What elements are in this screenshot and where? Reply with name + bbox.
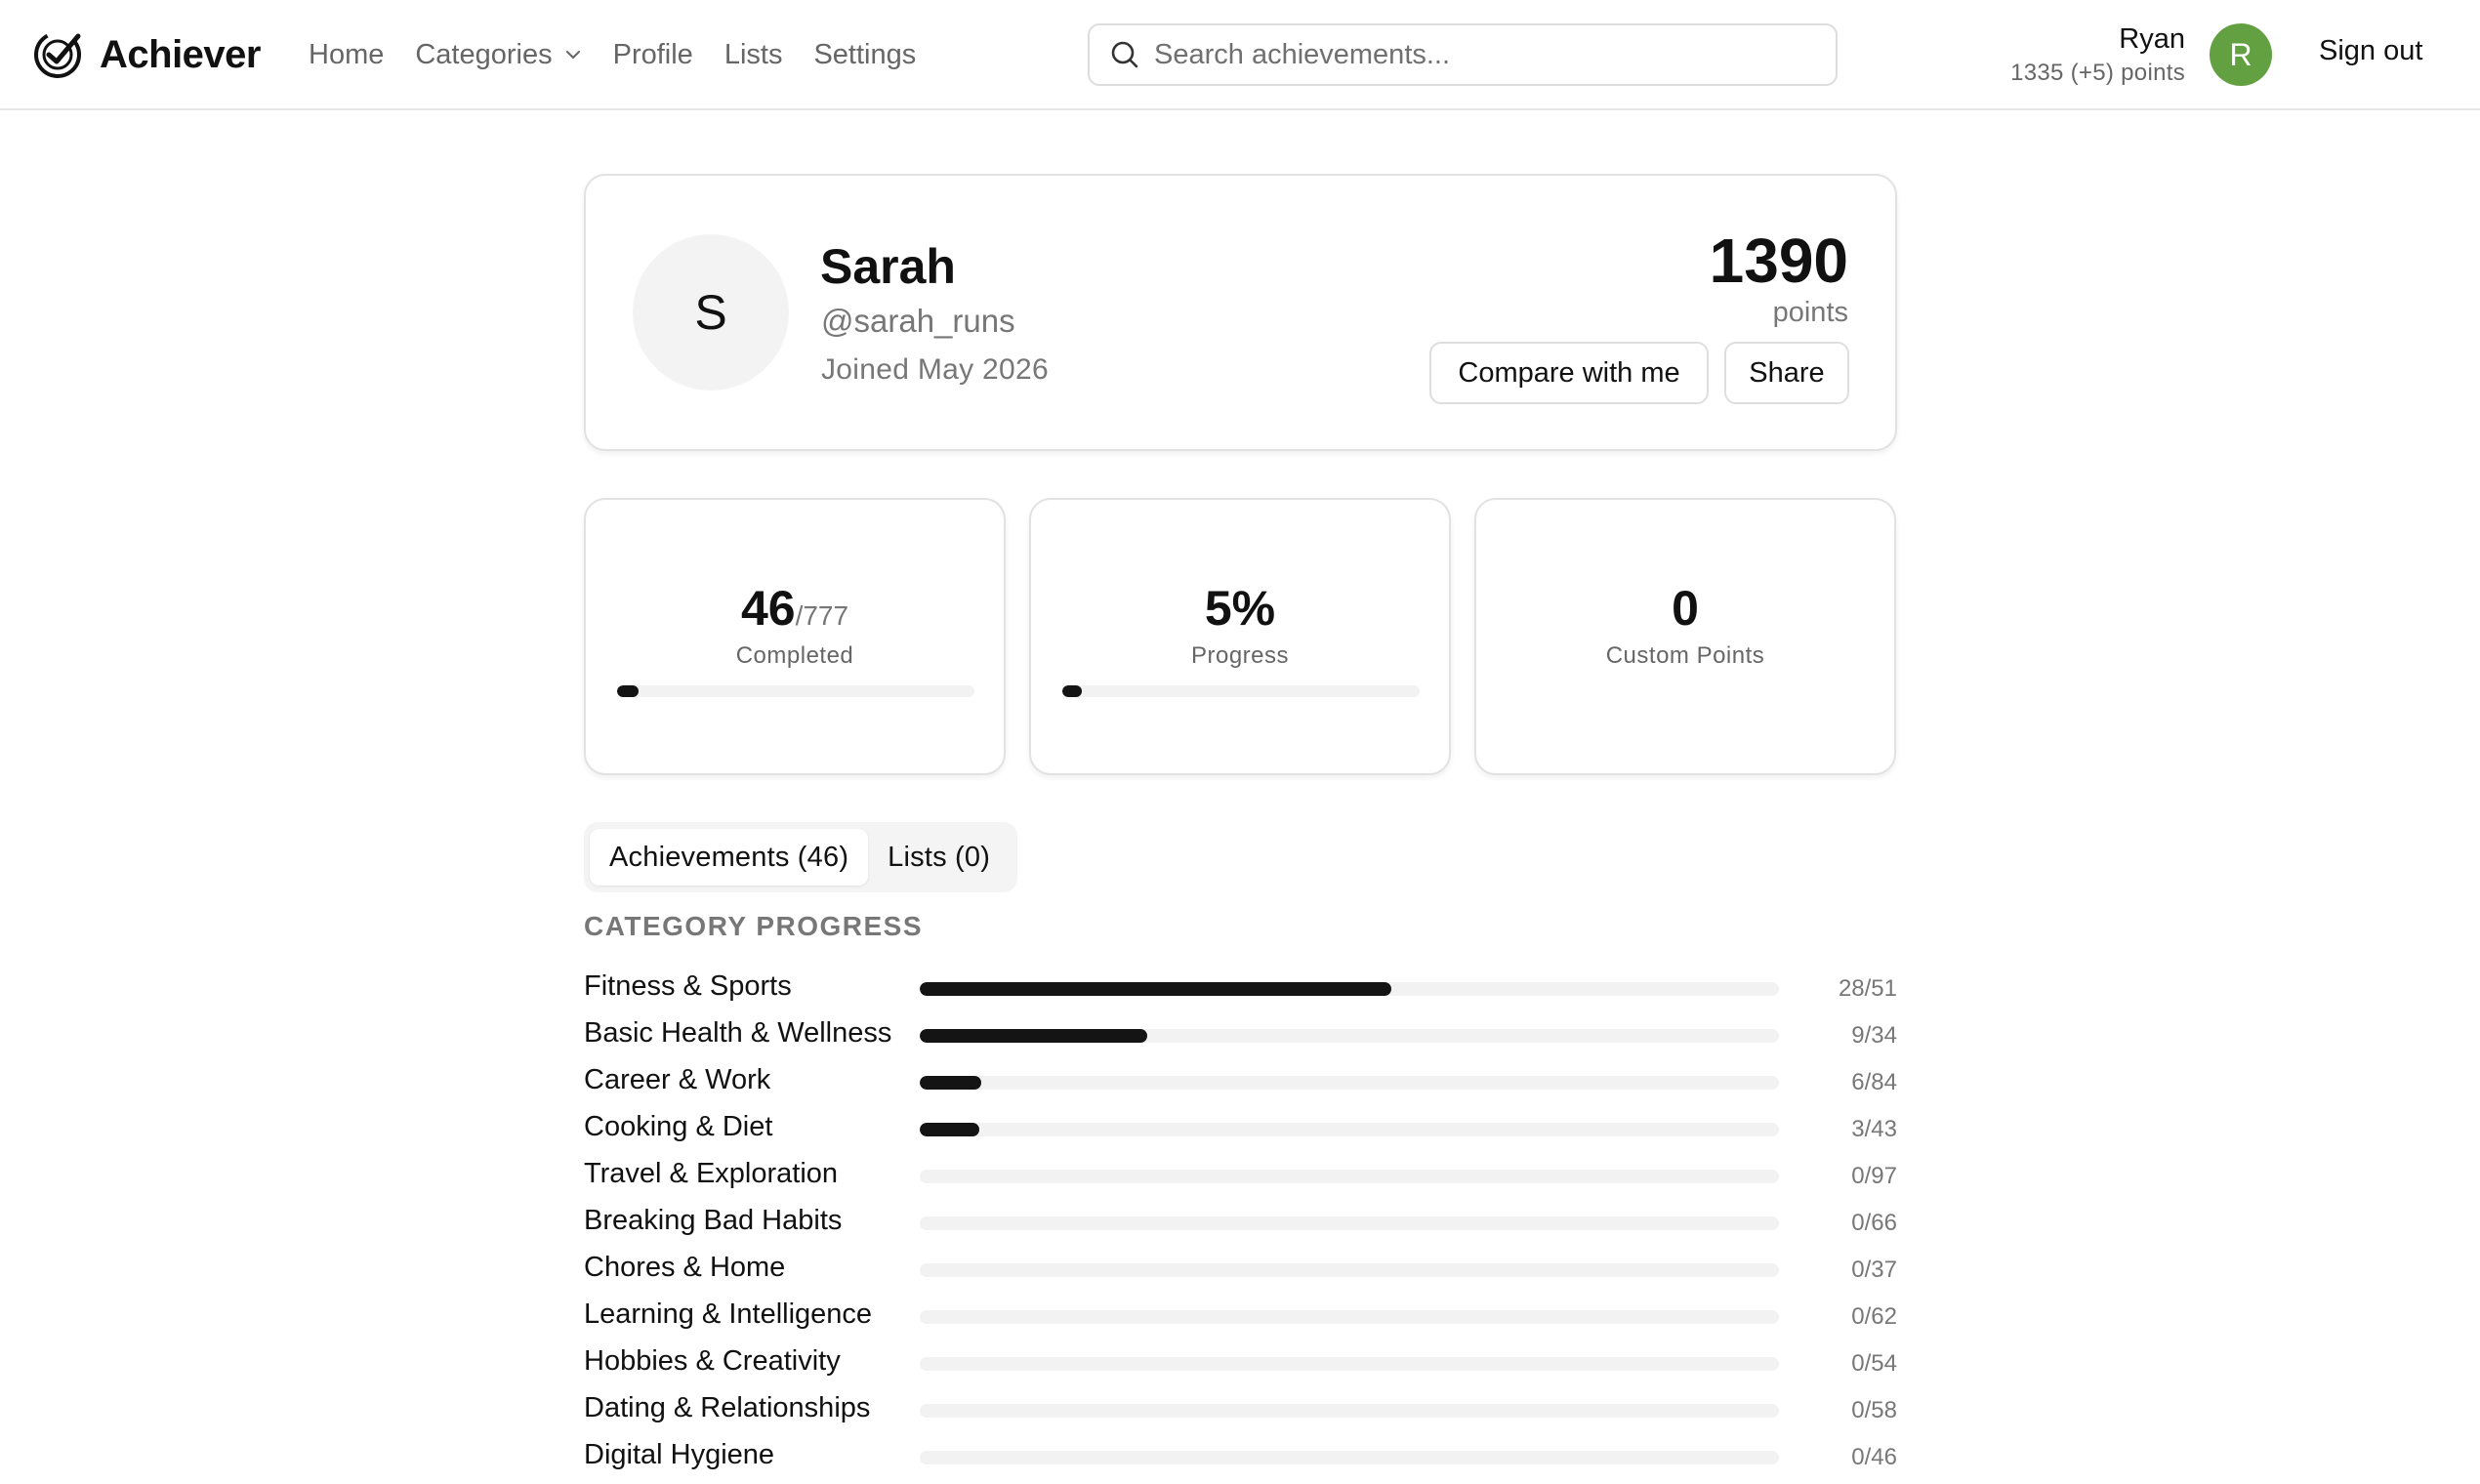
category-count: 0/37 [1851,1257,1897,1283]
category-progress-bar [920,1029,1779,1043]
current-user-name: Ryan [2119,23,2185,55]
category-name: Dating & Relationships [584,1392,871,1423]
nav-lists[interactable]: Lists [724,39,783,71]
tab-achievements[interactable]: Achievements (46) [590,829,869,886]
category-progress-bar [920,1216,1779,1230]
category-count: 0/97 [1851,1163,1897,1189]
custom-points-stat-card: 0 Custom Points [1474,498,1896,775]
profile-points-value: 1390 [1709,226,1848,296]
category-progress-list: Fitness & Sports 28/51 Basic Health & Well… [584,967,1897,1482]
profile-handle: @sarah_runs [821,303,1015,339]
search-icon [1111,41,1138,68]
progress-stat-card: 5% Progress [1029,498,1451,775]
completed-total: /777 [795,600,849,631]
nav-categories[interactable]: Categories [415,39,581,71]
category-row[interactable]: Breaking Bad Habits 0/66 [584,1201,1897,1248]
category-count: 3/43 [1851,1116,1897,1142]
nav-settings[interactable]: Settings [813,39,916,71]
category-count: 28/51 [1838,975,1897,1002]
category-row[interactable]: Basic Health & Wellness 9/34 [584,1013,1897,1060]
category-row[interactable]: Travel & Exploration 0/97 [584,1154,1897,1201]
search-input[interactable] [1154,38,1818,71]
overall-progress-fill [1062,685,1083,697]
custom-points-value: 0 [1672,581,1699,636]
category-name: Basic Health & Wellness [584,1017,892,1049]
category-progress-fill [920,1029,1147,1043]
category-count: 0/54 [1851,1350,1897,1377]
app-logo[interactable]: Achiever [31,25,261,84]
nav-profile[interactable]: Profile [613,39,693,71]
sign-out-button[interactable]: Sign out [2319,35,2422,67]
profile-card: S Sarah @sarah_runs Joined May 2026 1390… [584,174,1897,451]
check-badge-icon [34,31,81,78]
category-name: Fitness & Sports [584,970,792,1002]
category-progress-fill [920,1076,981,1090]
category-row[interactable]: Learning & Intelligence 0/62 [584,1295,1897,1341]
category-row[interactable]: Digital Hygiene 0/46 [584,1435,1897,1482]
category-count: 0/46 [1851,1444,1897,1470]
category-row[interactable]: Dating & Relationships 0/58 [584,1388,1897,1435]
nav-categories-label: Categories [415,38,553,70]
category-name: Breaking Bad Habits [584,1205,843,1236]
overall-progress-bar [1062,685,1420,697]
category-progress-bar [920,1404,1779,1418]
app-name: Achiever [100,32,261,76]
category-row[interactable]: Hobbies & Creativity 0/54 [584,1341,1897,1388]
completed-stat-card: 46/777 Completed [584,498,1006,775]
profile-name: Sarah [820,239,956,294]
category-progress-bar [920,1451,1779,1464]
category-name: Digital Hygiene [584,1439,775,1470]
category-name: Learning & Intelligence [584,1298,873,1330]
category-count: 0/66 [1851,1210,1897,1236]
profile-joined-date: Joined May 2026 [821,353,1049,386]
category-count: 6/84 [1851,1069,1897,1095]
category-progress-fill [920,982,1392,996]
completed-stat-value: 46/777 [586,580,1004,637]
category-name: Cooking & Diet [584,1111,773,1142]
nav-home[interactable]: Home [309,39,384,71]
completed-count: 46 [740,581,796,636]
category-name: Career & Work [584,1064,771,1095]
current-user-points: 1335 (+5) points [2010,60,2185,86]
category-name: Chores & Home [584,1252,786,1283]
category-progress-bar [920,1076,1779,1090]
category-name: Hobbies & Creativity [584,1345,841,1377]
category-progress-bar [920,1123,1779,1136]
progress-stat-value: 5% [1204,581,1276,636]
category-count: 0/62 [1851,1303,1897,1330]
profile-points-label: points [1772,297,1848,328]
category-progress-bar [920,1263,1779,1277]
category-row[interactable]: Chores & Home 0/37 [584,1248,1897,1295]
category-progress-bar [920,1357,1779,1371]
compare-button[interactable]: Compare with me [1429,342,1709,404]
category-progress-bar [920,1170,1779,1183]
completed-stat-label: Completed [735,642,854,669]
search-box[interactable] [1088,23,1838,86]
completed-progress-fill [617,685,639,697]
category-row[interactable]: Career & Work 6/84 [584,1060,1897,1107]
share-button[interactable]: Share [1724,342,1849,404]
completed-progress-bar [617,685,974,697]
current-user-info: Ryan 1335 (+5) points [2010,21,2185,90]
chevron-down-icon [565,51,580,59]
category-name: Travel & Exploration [584,1158,839,1189]
profile-tabs: Achievements (46) Lists (0) [584,822,1017,892]
custom-points-label: Custom Points [1605,642,1765,669]
profile-avatar: S [633,234,789,391]
category-progress-bar [920,982,1779,996]
category-progress-fill [920,1123,980,1136]
category-progress-bar [920,1310,1779,1324]
main-nav: Home Categories Profile Lists Settings [309,35,947,74]
category-row[interactable]: Fitness & Sports 28/51 [584,967,1897,1013]
progress-stat-label: Progress [1190,642,1290,669]
category-count: 9/34 [1851,1022,1897,1049]
tab-lists[interactable]: Lists (0) [868,829,1010,886]
top-navigation-bar: Achiever Home Categories Profile Lists S… [0,0,2480,110]
category-progress-title: CATEGORY PROGRESS [584,911,924,941]
category-row[interactable]: Cooking & Diet 3/43 [584,1107,1897,1154]
category-count: 0/58 [1851,1397,1897,1423]
avatar[interactable]: R [2210,23,2272,86]
